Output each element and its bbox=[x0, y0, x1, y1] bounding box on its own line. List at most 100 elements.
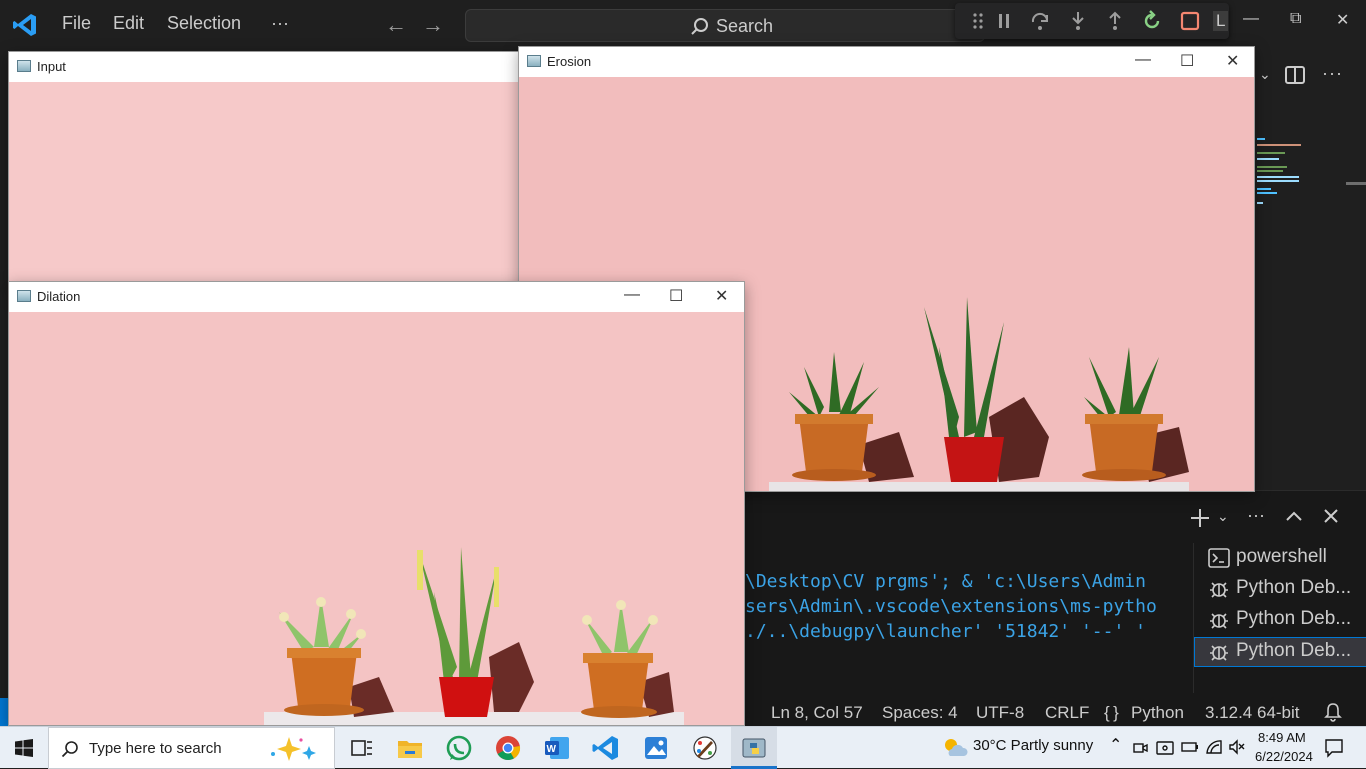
terminal-tab-python-debug[interactable]: Python Deb... bbox=[1194, 637, 1366, 667]
restore-icon[interactable]: ⧉ bbox=[1290, 10, 1301, 28]
svg-text:W: W bbox=[547, 744, 557, 755]
close-icon[interactable]: ✕ bbox=[1336, 10, 1349, 30]
volume-muted-icon[interactable] bbox=[1228, 739, 1246, 755]
terminal-line: sers\Admin\.vscode\extensions\ms-pytho bbox=[745, 596, 1157, 617]
search-icon bbox=[61, 741, 78, 758]
debug-config-label[interactable]: L bbox=[1213, 11, 1229, 31]
potted-plants-graphic bbox=[264, 547, 684, 725]
clock-date[interactable]: 6/22/2024 bbox=[1255, 749, 1313, 764]
forward-arrow-icon[interactable]: → bbox=[422, 12, 444, 38]
minimize-icon[interactable]: — bbox=[1135, 51, 1151, 69]
back-arrow-icon[interactable]: ← bbox=[385, 12, 407, 38]
editor-area: ⌄ ··· bbox=[1255, 50, 1366, 490]
weather-text[interactable]: 30°C Partly sunny bbox=[973, 737, 1093, 754]
copilot-sparkle-icon bbox=[271, 737, 316, 761]
file-explorer-icon[interactable] bbox=[394, 733, 426, 763]
input-window[interactable]: Input bbox=[8, 51, 522, 291]
maximize-panel-icon[interactable] bbox=[1285, 509, 1303, 523]
python-interpreter[interactable]: 3.12.4 64-bit bbox=[1205, 703, 1300, 723]
window-app-icon bbox=[17, 60, 31, 72]
terminal-more-icon[interactable]: ··· bbox=[1247, 505, 1265, 526]
python-icon[interactable] bbox=[738, 733, 770, 763]
window-title-bar[interactable]: Input bbox=[9, 52, 521, 82]
window-title: Erosion bbox=[547, 54, 592, 69]
terminal-tab-label: Python Deb... bbox=[1236, 608, 1352, 629]
braces-icon: { } bbox=[1104, 703, 1119, 722]
search-label: Search bbox=[716, 16, 774, 36]
window-app-icon bbox=[17, 290, 31, 302]
line-ending[interactable]: CRLF bbox=[1045, 703, 1089, 723]
close-icon[interactable]: ✕ bbox=[1226, 51, 1239, 71]
encoding[interactable]: UTF-8 bbox=[976, 703, 1024, 723]
terminal-tab-label: Python Deb... bbox=[1236, 577, 1352, 598]
task-view-icon[interactable] bbox=[345, 733, 377, 763]
terminal-list: powershell Python Deb... Python Deb... P… bbox=[1193, 543, 1366, 693]
chrome-icon[interactable] bbox=[492, 733, 524, 763]
indentation[interactable]: Spaces: 4 bbox=[882, 703, 958, 723]
maximize-icon[interactable]: ☐ bbox=[669, 286, 683, 306]
scrollbar-thumb[interactable] bbox=[1346, 182, 1366, 185]
language-mode[interactable]: Python bbox=[1131, 703, 1184, 723]
show-hidden-icons-icon[interactable]: ⌃ bbox=[1109, 735, 1122, 755]
restart-icon[interactable] bbox=[1141, 10, 1163, 32]
terminal-line: ./..\debugpy\launcher' '51842' '--' ' bbox=[745, 621, 1146, 642]
maximize-icon[interactable]: ☐ bbox=[1180, 51, 1194, 71]
taskbar-search-box[interactable]: Type here to search bbox=[48, 727, 335, 769]
window-title-bar[interactable]: Erosion — ☐ ✕ bbox=[519, 47, 1254, 77]
terminal-dropdown-icon[interactable]: ⌄ bbox=[1217, 508, 1229, 525]
close-panel-icon[interactable] bbox=[1323, 508, 1339, 524]
dilation-image bbox=[9, 312, 744, 725]
stop-icon[interactable] bbox=[1179, 10, 1201, 32]
chevron-down-icon[interactable]: ⌄ bbox=[1259, 66, 1271, 83]
window-app-icon bbox=[527, 55, 541, 67]
more-actions-icon[interactable]: ··· bbox=[1322, 63, 1343, 84]
photos-icon[interactable] bbox=[640, 733, 672, 763]
notification-center-icon[interactable] bbox=[1324, 738, 1344, 758]
vscode-icon[interactable] bbox=[590, 733, 622, 763]
menu-file[interactable]: File bbox=[62, 13, 91, 34]
terminal-tab-powershell[interactable]: powershell bbox=[1194, 543, 1366, 573]
vscode-title-bar: File Edit Selection ··· ← → Search L — ⧉… bbox=[0, 0, 1366, 50]
windows-start-icon[interactable] bbox=[15, 739, 33, 757]
wifi-icon[interactable] bbox=[1205, 739, 1223, 755]
vscode-logo-icon bbox=[13, 14, 36, 36]
debug-icon bbox=[1210, 613, 1228, 629]
bell-icon[interactable] bbox=[1324, 702, 1342, 722]
battery-icon[interactable] bbox=[1181, 741, 1199, 753]
window-title: Dilation bbox=[37, 289, 81, 304]
taskbar: Type here to search W 30°C Partly sunny … bbox=[0, 726, 1366, 769]
whatsapp-icon[interactable] bbox=[443, 733, 475, 763]
meet-now-icon[interactable] bbox=[1132, 740, 1148, 756]
debug-toolbar: L bbox=[955, 3, 1229, 39]
close-icon[interactable]: ✕ bbox=[715, 286, 728, 306]
menu-selection[interactable]: Selection bbox=[167, 13, 241, 34]
split-editor-icon[interactable] bbox=[1285, 65, 1305, 85]
terminal-tab-label: powershell bbox=[1236, 546, 1327, 567]
paint-icon[interactable] bbox=[689, 733, 721, 763]
terminal-tab-python-debug[interactable]: Python Deb... bbox=[1194, 605, 1366, 635]
taskbar-search-placeholder: Type here to search bbox=[89, 740, 222, 757]
minimize-icon[interactable]: — bbox=[624, 286, 640, 304]
search-icon bbox=[691, 18, 708, 35]
step-into-icon[interactable] bbox=[1067, 10, 1089, 32]
clock-time[interactable]: 8:49 AM bbox=[1258, 730, 1306, 745]
window-title: Input bbox=[37, 59, 66, 74]
terminal-icon bbox=[1208, 548, 1230, 568]
new-terminal-icon[interactable] bbox=[1189, 507, 1211, 529]
word-icon[interactable]: W bbox=[541, 733, 573, 763]
pause-icon[interactable] bbox=[993, 10, 1015, 32]
minimize-icon[interactable]: — bbox=[1243, 10, 1259, 28]
drag-handle-icon[interactable] bbox=[967, 10, 989, 32]
command-center-search[interactable]: Search bbox=[465, 9, 985, 42]
dilation-window[interactable]: Dilation — ☐ ✕ bbox=[8, 281, 745, 726]
minimap[interactable] bbox=[1255, 136, 1305, 206]
debug-icon bbox=[1210, 582, 1228, 598]
terminal-tab-python-debug[interactable]: Python Deb... bbox=[1194, 574, 1366, 604]
network-drive-icon[interactable] bbox=[1156, 740, 1174, 756]
step-out-icon[interactable] bbox=[1104, 10, 1126, 32]
menu-edit[interactable]: Edit bbox=[113, 13, 144, 34]
step-over-icon[interactable] bbox=[1029, 10, 1051, 32]
cursor-position[interactable]: Ln 8, Col 57 bbox=[771, 703, 863, 723]
window-title-bar[interactable]: Dilation — ☐ ✕ bbox=[9, 282, 744, 312]
menu-more[interactable]: ··· bbox=[271, 13, 289, 34]
